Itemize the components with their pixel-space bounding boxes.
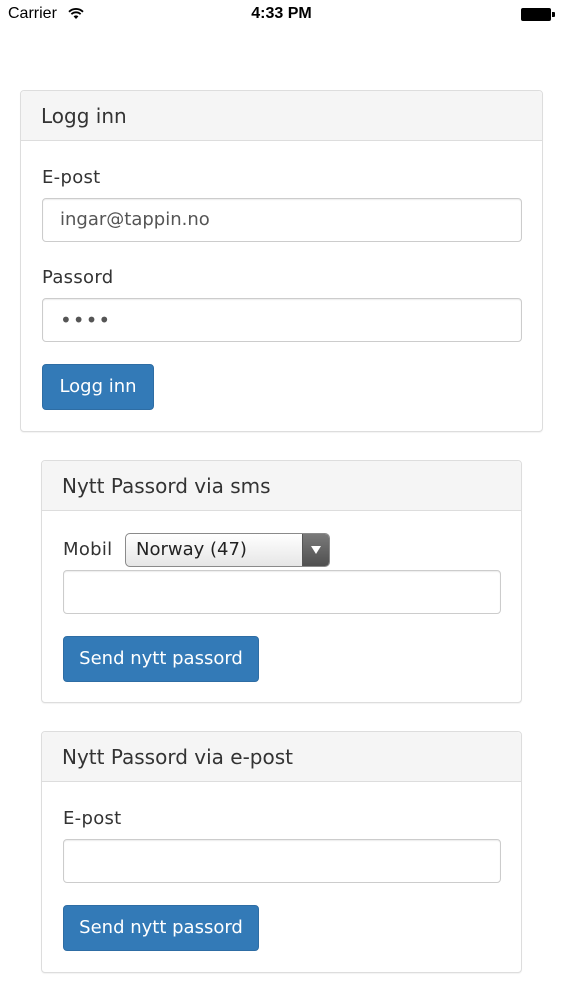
country-code-select[interactable]: Norway (47) <box>125 533 330 567</box>
phone-input[interactable] <box>63 570 501 614</box>
select-arrow-box <box>302 534 329 566</box>
login-password-input[interactable]: •••• <box>42 298 522 342</box>
reset-email-input[interactable] <box>63 839 501 883</box>
email-reset-panel: Nytt Passord via e-post E-post Send nytt… <box>41 731 522 973</box>
sms-reset-panel: Nytt Passord via sms Mobil Norway (47) S… <box>41 460 522 703</box>
login-password-label: Passord <box>42 267 114 288</box>
login-button[interactable]: Logg inn <box>42 364 154 410</box>
status-bar: Carrier 4:33 PM <box>0 0 563 30</box>
email-send-password-button[interactable]: Send nytt passord <box>63 905 259 951</box>
sms-send-password-button[interactable]: Send nytt passord <box>63 636 259 682</box>
email-reset-panel-title: Nytt Passord via e-post <box>42 732 521 782</box>
chevron-down-icon <box>311 546 321 554</box>
login-email-input[interactable]: ingar@tappin.no <box>42 198 522 242</box>
login-panel-title: Logg inn <box>21 91 542 141</box>
country-code-value: Norway (47) <box>136 539 247 560</box>
reset-email-label: E-post <box>63 808 122 829</box>
sms-reset-panel-title: Nytt Passord via sms <box>42 461 521 511</box>
login-panel: Logg inn E-post ingar@tappin.no Passord … <box>20 90 543 432</box>
login-email-label: E-post <box>42 167 101 188</box>
battery-icon <box>521 8 555 21</box>
mobile-label: Mobil <box>63 539 113 560</box>
clock: 4:33 PM <box>251 5 312 22</box>
